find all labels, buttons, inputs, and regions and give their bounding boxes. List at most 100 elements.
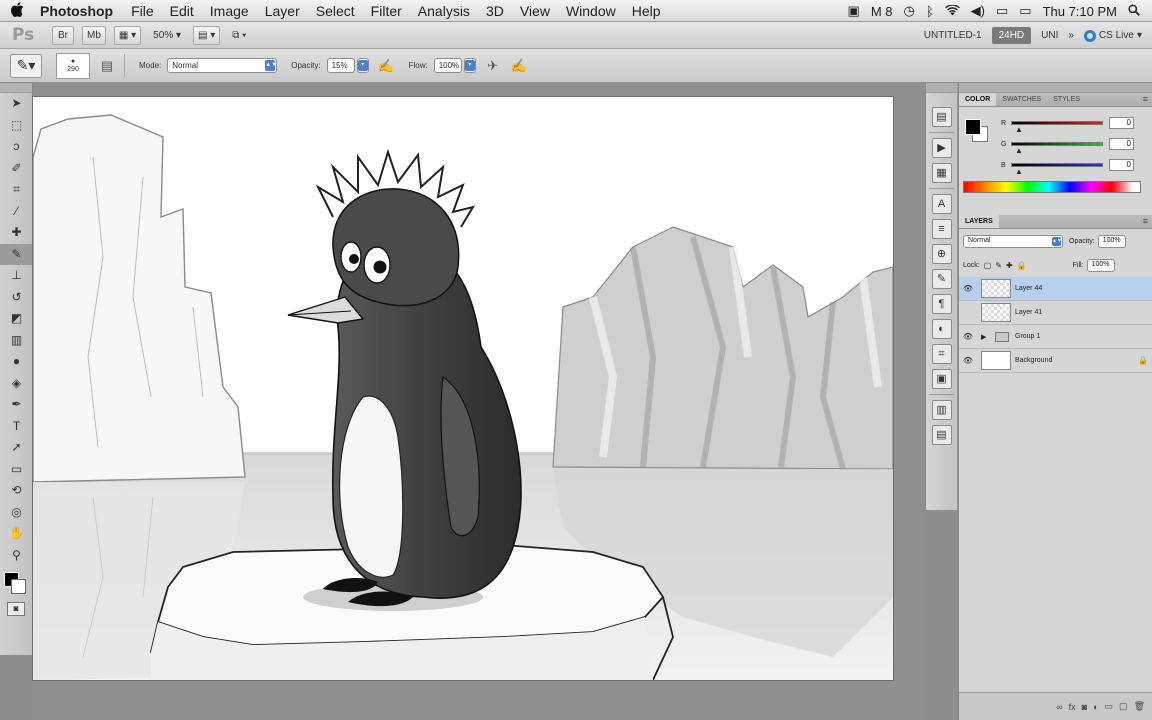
layer-visibility-eye-icon[interactable]: 👁 [959, 284, 977, 293]
tab-styles[interactable]: STYLES [1047, 93, 1086, 106]
layer-name[interactable]: Background [1015, 357, 1134, 364]
move-tool-icon[interactable]: ➤ [0, 93, 33, 115]
launch-bridge-button[interactable]: Br [52, 25, 74, 45]
blue-slider[interactable]: ▲ [1011, 163, 1103, 176]
workspace-uni-button[interactable]: UNI [1041, 30, 1058, 41]
quick-select-tool-icon[interactable]: ✐ [0, 158, 33, 180]
layers-panel-menu-icon[interactable]: ≡ [1143, 216, 1148, 226]
lock-pixels-icon[interactable]: ✎ [995, 261, 1002, 270]
airbrush-icon[interactable]: ✈ [484, 57, 502, 75]
menu-layer[interactable]: Layer [257, 3, 308, 19]
layer-visibility-eye-icon[interactable]: 👁 [959, 356, 977, 365]
screen-record-icon[interactable]: ▣ [848, 3, 860, 19]
add-mask-icon[interactable]: ◙ [1082, 702, 1087, 712]
time-machine-icon[interactable]: ◷ [903, 3, 914, 19]
menu-analysis[interactable]: Analysis [410, 3, 478, 19]
opacity-dropdown[interactable]: ▾ [356, 58, 369, 73]
color-panel-foreground-swatch[interactable] [965, 119, 981, 135]
apple-menu-icon[interactable] [0, 1, 34, 20]
zoom-tool-icon[interactable]: ⚲ [0, 545, 33, 567]
panels-grip[interactable] [959, 83, 1152, 93]
3d-orbit-tool-icon[interactable]: ◎ [0, 502, 33, 524]
new-layer-icon[interactable]: ▢ [1119, 701, 1128, 712]
status-m8-label[interactable]: M 8 [871, 4, 893, 19]
fill-field[interactable]: 100% [1086, 258, 1115, 272]
flow-field[interactable]: 100% [433, 58, 462, 73]
green-value[interactable]: 0 [1109, 138, 1134, 150]
layer-name[interactable]: Layer 41 [1015, 309, 1152, 316]
eraser-tool-icon[interactable]: ◩ [0, 308, 33, 330]
layer-visibility-eye-icon[interactable]: 👁 [959, 332, 977, 341]
lock-transparency-icon[interactable]: ▢ [984, 261, 992, 270]
shape-tool-icon[interactable]: ▭ [0, 459, 33, 481]
green-slider[interactable]: ▲ [1011, 142, 1103, 155]
tool-preset-picker[interactable]: ✎ ▾ [10, 53, 42, 78]
type-tool-icon[interactable]: T [0, 416, 33, 438]
background-color-swatch[interactable] [11, 579, 26, 594]
layer-blend-mode-select[interactable]: Normal ▲▼ [963, 234, 1063, 248]
history-panel-icon[interactable]: ▤ [931, 107, 952, 127]
clock-label[interactable]: Thu 7:10 PM [1043, 4, 1117, 19]
tab-layers[interactable]: LAYERS [959, 215, 999, 228]
tablet-pressure-opacity-icon[interactable]: ✍ [377, 57, 395, 75]
clone-source-panel-icon[interactable]: ⊕ [931, 244, 952, 264]
menu-edit[interactable]: Edit [162, 3, 202, 19]
brush-picker[interactable]: ● 290 [56, 52, 90, 79]
screen-mode-button[interactable]: ⧉ ▾ [228, 26, 250, 45]
marquee-tool-icon[interactable]: ⬚ [0, 115, 33, 137]
layer-name[interactable]: Group 1 [1015, 333, 1152, 340]
character-panel-icon[interactable]: A [931, 194, 952, 214]
menu-help[interactable]: Help [624, 3, 669, 19]
hand-tool-icon[interactable]: ✋ [0, 523, 33, 545]
gradient-tool-icon[interactable]: ▥ [0, 330, 33, 352]
layer-visibility-eye-icon[interactable]: 👁 [959, 308, 977, 317]
workspace-active-button[interactable]: 24HD [991, 27, 1032, 44]
layer-row[interactable]: 👁 Layer 41 [959, 301, 1152, 325]
flow-dropdown[interactable]: ▾ [463, 58, 476, 73]
arrange-documents-button[interactable]: ▤ ▾ [192, 25, 221, 45]
battery-icon[interactable]: ▭ [1019, 3, 1031, 19]
info-panel-icon[interactable]: ▣ [931, 369, 952, 389]
clone-stamp-tool-icon[interactable]: ⊥ [0, 265, 33, 287]
lock-all-icon[interactable]: 🔒 [1017, 261, 1027, 270]
history-brush-tool-icon[interactable]: ↺ [0, 287, 33, 309]
panel-menu-icon[interactable]: ≡ [1143, 94, 1148, 104]
blend-mode-select[interactable]: Normal ▲▼ [167, 58, 278, 73]
histogram-panel-icon[interactable]: ▥ [931, 400, 952, 420]
masks-panel-icon[interactable]: ◐ [931, 319, 952, 339]
crop-tool-icon[interactable]: ⌗ [0, 179, 33, 201]
wifi-icon[interactable] [944, 3, 960, 19]
volume-icon[interactable]: ◀) [971, 3, 985, 19]
tab-color[interactable]: COLOR [959, 93, 997, 106]
paragraph-panel-icon[interactable]: ¶ [931, 294, 952, 314]
brush-tool-icon[interactable]: ✎ [0, 243, 33, 265]
cs-live-button[interactable]: CS Live ▾ [1083, 29, 1142, 42]
brush-panel-icon[interactable]: ✎ [931, 269, 952, 289]
lasso-tool-icon[interactable]: ↄ [0, 136, 33, 158]
adjustment-layer-icon[interactable]: ◐ [1093, 702, 1098, 712]
healing-brush-tool-icon[interactable]: ✚ [0, 222, 33, 244]
spotlight-search-icon[interactable] [1128, 3, 1140, 19]
menu-file[interactable]: File [123, 3, 162, 19]
layer-row[interactable]: 👁 Background 🔒 [959, 349, 1152, 373]
menu-3d[interactable]: 3D [478, 3, 512, 19]
quick-mask-button[interactable]: ◙ [7, 602, 25, 616]
link-layers-icon[interactable]: ∞ [1056, 702, 1062, 712]
layer-opacity-field[interactable]: 100% [1097, 234, 1126, 248]
red-slider-knob[interactable]: ▲ [1015, 125, 1023, 134]
layer-style-icon[interactable]: fx [1069, 702, 1076, 712]
layer-row[interactable]: 👁 Layer 44 [959, 277, 1152, 301]
blur-tool-icon[interactable]: ◈ [0, 373, 33, 395]
3d-rotate-tool-icon[interactable]: ⟲ [0, 480, 33, 502]
new-group-icon[interactable]: ▭ [1105, 701, 1114, 712]
tools-panel-grip[interactable] [0, 83, 32, 93]
view-extras-button[interactable]: ▦ ▾ [113, 25, 142, 45]
workspace-overflow-button[interactable]: » [1068, 30, 1074, 41]
launch-mini-bridge-button[interactable]: Mb [82, 25, 106, 45]
opacity-field[interactable]: 15% [326, 58, 355, 73]
pen-tool-icon[interactable]: ✒ [0, 394, 33, 416]
layer-group-row[interactable]: 👁 ▶ Group 1 [959, 325, 1152, 349]
bluetooth-icon[interactable]: ᛒ [926, 4, 934, 19]
red-slider[interactable]: ▲ [1011, 121, 1103, 134]
menu-window[interactable]: Window [558, 3, 624, 19]
